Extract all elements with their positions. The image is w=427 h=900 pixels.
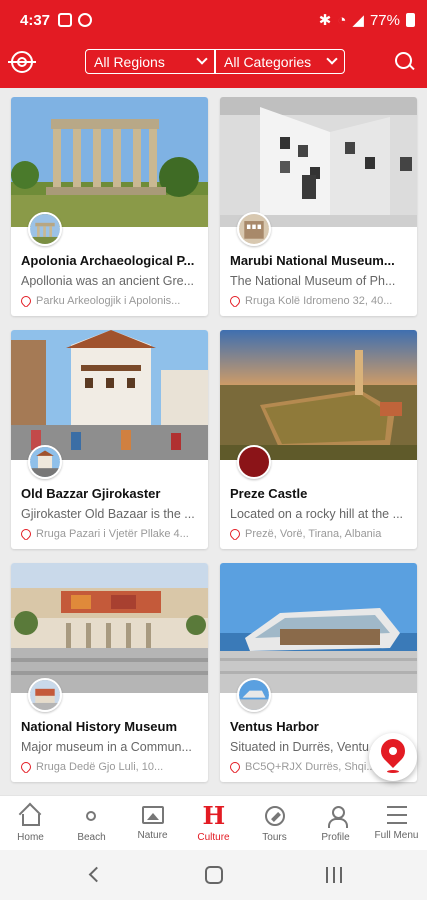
place-title: Preze Castle <box>230 486 308 501</box>
search-icon[interactable] <box>395 52 415 72</box>
map-pin-icon <box>376 734 410 768</box>
place-image <box>220 97 417 227</box>
place-title: Ventus Harbor <box>230 719 319 734</box>
culture-h-icon: H <box>202 801 226 830</box>
place-address: Rruga Kolë Idromeno 32, 40... <box>230 295 410 307</box>
chevron-down-icon <box>196 53 208 65</box>
place-address: Prezë, Vorë, Tirana, Albania <box>230 528 410 540</box>
region-filter[interactable]: All Regions <box>85 49 215 74</box>
place-title: Old Bazzar Gjirokaster <box>21 486 161 501</box>
location-pin-icon <box>21 295 34 307</box>
bottom-tab-bar: Home Beach Nature H Culture Tours Profil… <box>0 795 427 850</box>
place-image <box>11 563 208 693</box>
status-time: 4:37 <box>20 11 51 29</box>
place-description: Located on a rocky hill at the ... <box>230 507 404 521</box>
tab-label: Culture <box>197 832 230 843</box>
app-notification-icon <box>78 13 93 27</box>
location-pin-icon <box>230 295 243 307</box>
chevron-down-icon <box>326 53 338 65</box>
category-filter-label: All Categories <box>224 53 312 70</box>
place-description: The National Museum of Ph... <box>230 274 396 288</box>
places-grid: Apolonia Archaeological P... Apollonia w… <box>0 97 427 802</box>
tab-nature[interactable]: Nature <box>122 796 183 850</box>
battery-icon <box>406 13 415 27</box>
place-card[interactable]: National History Museum Major museum in … <box>11 563 208 782</box>
place-address: Parku Arkeologjik i Apolonis... <box>21 295 201 307</box>
sun-icon <box>81 806 103 826</box>
place-avatar <box>28 212 62 246</box>
place-title: National History Museum <box>21 719 178 734</box>
place-avatar <box>28 678 62 712</box>
status-bar: 4:37 ✱ ◔ ◢ 77% <box>0 0 427 40</box>
wifi-icon: ◔ <box>337 11 347 29</box>
status-right: ✱ ◔ ◢ 77% <box>319 11 415 29</box>
place-image <box>11 330 208 460</box>
image-icon <box>141 806 164 824</box>
tab-profile[interactable]: Profile <box>305 796 366 850</box>
tab-tours[interactable]: Tours <box>244 796 305 850</box>
tab-culture[interactable]: H Culture <box>183 796 244 850</box>
tab-label: Beach <box>77 832 106 843</box>
place-description: Major museum in a Commun... <box>21 740 192 754</box>
tab-full-menu[interactable]: Full Menu <box>366 796 427 850</box>
location-pin-icon <box>230 761 243 773</box>
bluetooth-icon: ✱ <box>318 12 332 29</box>
place-image <box>11 97 208 227</box>
tab-label: Full Menu <box>374 830 419 841</box>
place-card[interactable]: Preze Castle Located on a rocky hill at … <box>220 330 417 549</box>
tab-home[interactable]: Home <box>0 796 61 850</box>
place-avatar <box>237 212 271 246</box>
back-icon[interactable] <box>88 866 105 883</box>
place-title: Marubi National Museum... <box>230 253 395 268</box>
place-avatar <box>28 445 62 479</box>
place-image <box>220 330 417 460</box>
place-address: Rruga Pazari i Vjetër Pllake 4... <box>21 528 201 540</box>
place-image <box>220 563 417 693</box>
location-pin-icon <box>21 761 34 773</box>
tab-label: Nature <box>137 830 168 841</box>
battery-text: 77% <box>369 11 400 29</box>
pin-shadow <box>387 770 399 773</box>
tab-label: Tours <box>262 832 287 843</box>
region-filter-label: All Regions <box>94 53 165 70</box>
menu-icon <box>386 806 407 824</box>
home-icon <box>20 806 42 826</box>
place-card[interactable]: Marubi National Museum... The National M… <box>220 97 417 316</box>
compass-icon <box>264 806 285 826</box>
tab-label: Home <box>17 832 44 843</box>
category-filter[interactable]: All Categories <box>215 49 345 74</box>
gallery-icon <box>58 13 73 27</box>
place-card[interactable]: Old Bazzar Gjirokaster Gjirokaster Old B… <box>11 330 208 549</box>
signal-icon: ◢ <box>352 12 364 29</box>
system-nav-bar <box>0 850 427 900</box>
place-avatar <box>237 445 271 479</box>
top-bar: All Regions All Categories <box>0 40 427 88</box>
tab-label: Profile <box>321 832 350 843</box>
recent-apps-icon[interactable] <box>326 867 342 883</box>
locate-icon[interactable] <box>8 51 36 73</box>
place-description: Gjirokaster Old Bazaar is the ... <box>21 507 195 521</box>
place-title: Apolonia Archaeological P... <box>21 253 195 268</box>
location-pin-icon <box>21 528 34 540</box>
tab-beach[interactable]: Beach <box>61 796 122 850</box>
profile-icon <box>326 806 348 828</box>
map-button[interactable] <box>369 733 417 781</box>
place-address: Rruga Dedë Gjo Luli, 10... <box>21 761 201 773</box>
place-card[interactable]: Apolonia Archaeological P... Apollonia w… <box>11 97 208 316</box>
home-button-icon[interactable] <box>205 866 223 884</box>
location-pin-icon <box>230 528 243 540</box>
place-description: Apollonia was an ancient Gre... <box>21 274 195 288</box>
place-avatar <box>237 678 271 712</box>
